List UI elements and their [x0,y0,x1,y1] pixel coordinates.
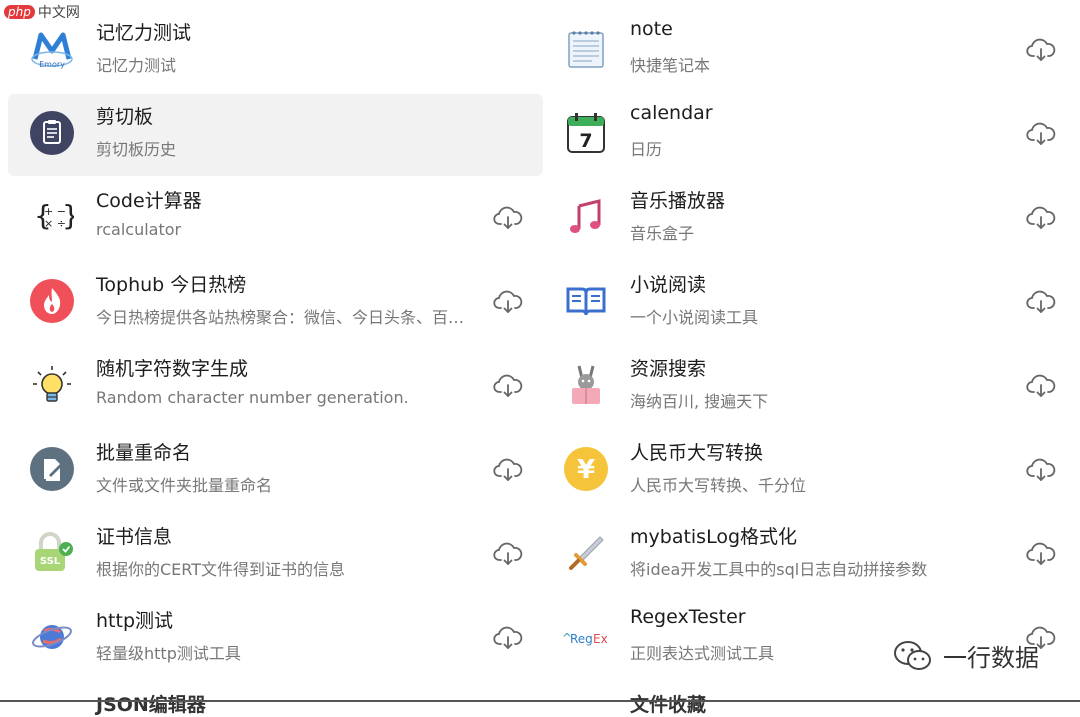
download-cloud-icon[interactable] [493,542,523,566]
download-cloud-icon[interactable] [493,290,523,314]
plugin-description: 剪切板历史 [96,140,177,159]
plugin-title: Tophub 今日热榜 [96,274,247,296]
download-cloud-icon[interactable] [493,458,523,482]
plugin-description: 日历 [630,140,663,159]
plugin-title: 随机字符数字生成 [96,358,249,380]
plugin-title: 记忆力测试 [96,22,192,44]
plugin-description: 快捷笔记本 [630,56,711,75]
plugin-item-left[interactable]: 批量重命名文件或文件夹批量重命名 [8,430,543,512]
download-cloud-icon[interactable] [1026,290,1056,314]
download-cloud-icon[interactable] [493,374,523,398]
plugin-title: note [630,18,673,40]
plugin-item-right[interactable]: mybatisLog格式化将idea开发工具中的sql日志自动拼接参数 [542,514,1076,596]
plugin-item-right[interactable]: 小说阅读一个小说阅读工具 [542,262,1076,344]
download-cloud-icon[interactable] [1026,374,1056,398]
plugin-item-right[interactable]: 7 calendar 日历 [542,94,1076,176]
plugin-description: 海纳百川, 搜遍天下 [630,392,769,411]
sword-icon [562,529,610,577]
plugin-description: 今日热榜提供各站热榜聚合：微信、今日头条、百… [96,308,465,327]
download-cloud-icon[interactable] [1026,206,1056,230]
rename-icon [28,445,76,493]
plugin-list: Emory记忆力测试记忆力测试剪切板剪切板历史{}+ −× ÷Code计算器rc… [0,0,1080,702]
plugin-description: 人民币大写转换、千分位 [630,476,807,495]
plugin-title: mybatisLog格式化 [630,526,798,548]
svg-text:Reg: Reg [570,632,593,646]
svg-text:SSL: SSL [40,556,61,567]
plugin-description: 一个小说阅读工具 [630,308,759,327]
notepad-icon [562,25,610,73]
memory-icon: Emory [28,25,76,73]
download-cloud-icon[interactable] [1026,38,1056,62]
plugin-item-right[interactable]: 资源搜索海纳百川, 搜遍天下 [542,346,1076,428]
watermark: 一行数据 [893,638,1039,673]
download-cloud-icon[interactable] [1026,122,1056,146]
php-badge: php [4,5,35,19]
plugin-title: 资源搜索 [630,358,707,380]
plugin-title: calendar [630,102,713,124]
partial-item-right: 文件收藏 [630,694,707,716]
plugin-title: 小说阅读 [630,274,707,296]
yen-icon: ¥ [562,445,610,493]
plugin-item-left[interactable]: SSL 证书信息根据你的CERT文件得到证书的信息 [8,514,543,596]
book-icon [562,277,610,325]
plugin-title: 剪切板 [96,106,154,128]
plugin-item-left[interactable]: Tophub 今日热榜今日热榜提供各站热榜聚合：微信、今日头条、百… [8,262,543,344]
plugin-description: rcalculator [96,220,182,239]
svg-text:7: 7 [579,130,592,152]
clipboard-icon [28,109,76,157]
svg-text:¥: ¥ [577,455,595,485]
plugin-description: 根据你的CERT文件得到证书的信息 [96,560,346,579]
download-cloud-icon[interactable] [1026,542,1056,566]
download-cloud-icon[interactable] [493,626,523,650]
plugin-item-left[interactable]: Emory 记忆力测试 记忆力测试 [8,10,543,92]
ssl-lock-icon: SSL [28,529,76,577]
calculator-icon: {}+ −× ÷ [28,193,76,241]
plugin-description: 文件或文件夹批量重命名 [96,476,273,495]
plugin-description: 轻量级http测试工具 [96,644,241,663]
plugin-title: 人民币大写转换 [630,442,764,464]
plugin-description: Random character number generation. [96,388,409,407]
reader-rabbit-icon [562,361,610,409]
plugin-item-left[interactable]: http测试轻量级http测试工具 [8,598,543,680]
lightbulb-icon [28,361,76,409]
regex-icon: ^ Reg Ex [562,613,610,661]
plugin-item-left[interactable]: 剪切板 剪切板历史 [8,94,543,176]
watermark-text: 一行数据 [943,644,1039,672]
calendar-icon: 7 [562,109,610,157]
plugin-item-left[interactable]: {}+ −× ÷ Code计算器 rcalculator [8,178,543,260]
planet-icon [28,613,76,661]
download-cloud-icon[interactable] [1026,458,1056,482]
download-cloud-icon[interactable] [493,206,523,230]
wechat-icon [894,640,931,670]
svg-text:Emory: Emory [39,60,65,69]
svg-text:Ex: Ex [593,632,608,646]
plugin-title: 证书信息 [96,526,173,548]
partial-item-left: JSON编辑器 [96,694,206,716]
plugin-description: 记忆力测试 [96,56,177,75]
plugin-title: 音乐播放器 [630,190,726,212]
flame-icon [28,277,76,325]
plugin-item-right[interactable]: ¥ 人民币大写转换人民币大写转换、千分位 [542,430,1076,512]
plugin-item-left[interactable]: 随机字符数字生成 Random character number generati… [8,346,543,428]
svg-text:× ÷: × ÷ [44,217,66,230]
plugin-description: 将idea开发工具中的sql日志自动拼接参数 [630,560,928,579]
music-note-icon [562,193,610,241]
plugin-item-right[interactable]: 音乐播放器 音乐盒子 [542,178,1076,260]
site-logo: php 中文网 [4,2,80,22]
plugin-description: 音乐盒子 [630,224,695,243]
plugin-item-right[interactable]: note 快捷笔记本 [542,10,1076,92]
plugin-title: 批量重命名 [96,442,192,464]
plugin-title: http测试 [96,610,174,632]
site-logo-text: 中文网 [37,5,80,21]
plugin-title: RegexTester [630,606,746,628]
plugin-title: Code计算器 [96,190,202,212]
